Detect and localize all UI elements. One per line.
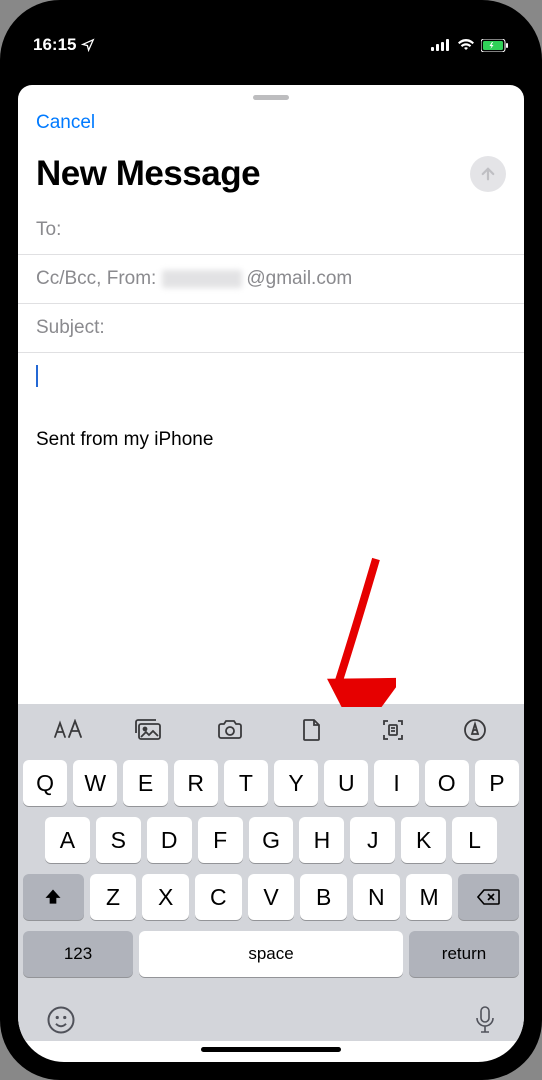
photo-library-button[interactable] [118,719,178,741]
key-d[interactable]: D [147,817,192,863]
key-l[interactable]: L [452,817,497,863]
document-icon [302,718,322,742]
from-domain: @gmail.com [246,268,352,290]
dictation-button[interactable] [474,1005,496,1035]
key-u[interactable]: U [324,760,368,806]
key-a[interactable]: A [45,817,90,863]
home-indicator[interactable] [201,1047,341,1052]
markup-button[interactable] [445,718,505,742]
scan-icon [381,718,405,742]
subject-field[interactable]: Subject: [18,304,524,353]
key-t[interactable]: T [224,760,268,806]
key-v[interactable]: V [248,874,295,920]
key-e[interactable]: E [123,760,167,806]
space-key[interactable]: space [139,931,403,977]
battery-icon [481,39,509,52]
arrow-up-icon [479,165,497,183]
scan-document-button[interactable] [363,718,423,742]
key-q[interactable]: Q [23,760,67,806]
keyboard-toolbar [18,704,524,756]
key-z[interactable]: Z [90,874,137,920]
key-i[interactable]: I [374,760,418,806]
wifi-icon [457,39,475,52]
key-r[interactable]: R [174,760,218,806]
numeric-key[interactable]: 123 [23,931,133,977]
cancel-button[interactable]: Cancel [36,106,95,140]
modal-grabber[interactable] [253,95,289,100]
key-j[interactable]: J [350,817,395,863]
backspace-key[interactable] [458,874,519,920]
key-o[interactable]: O [425,760,469,806]
format-text-button[interactable] [37,719,97,741]
camera-button[interactable] [200,719,260,741]
return-key[interactable]: return [409,931,519,977]
camera-icon [217,719,243,741]
key-k[interactable]: K [401,817,446,863]
location-icon [81,38,95,52]
key-m[interactable]: M [406,874,453,920]
emoji-button[interactable] [46,1005,76,1035]
attach-file-button[interactable] [282,718,342,742]
text-cursor [36,365,38,387]
signal-icon [431,39,451,51]
key-y[interactable]: Y [274,760,318,806]
key-c[interactable]: C [195,874,242,920]
email-signature: Sent from my iPhone [36,429,506,451]
body-input[interactable]: Sent from my iPhone [18,353,524,704]
key-f[interactable]: F [198,817,243,863]
redacted-email-local [162,270,242,288]
key-b[interactable]: B [300,874,347,920]
text-format-icon [52,719,82,741]
backspace-icon [477,888,501,906]
key-s[interactable]: S [96,817,141,863]
key-g[interactable]: G [249,817,294,863]
send-button[interactable] [470,156,506,192]
shift-key[interactable] [23,874,84,920]
photo-icon [134,719,162,741]
status-time: 16:15 [33,35,76,55]
key-p[interactable]: P [475,760,519,806]
page-title: New Message [36,154,260,194]
key-w[interactable]: W [73,760,117,806]
shift-icon [43,887,63,907]
key-h[interactable]: H [299,817,344,863]
to-field[interactable]: To: [18,206,524,255]
key-n[interactable]: N [353,874,400,920]
ccbcc-from-field[interactable]: Cc/Bcc, From: @gmail.com [18,255,524,304]
markup-icon [463,718,487,742]
key-x[interactable]: X [142,874,189,920]
keyboard: QWERTYUIOP ASDFGHJKL ZXCVBNM 123 space r… [18,756,524,989]
